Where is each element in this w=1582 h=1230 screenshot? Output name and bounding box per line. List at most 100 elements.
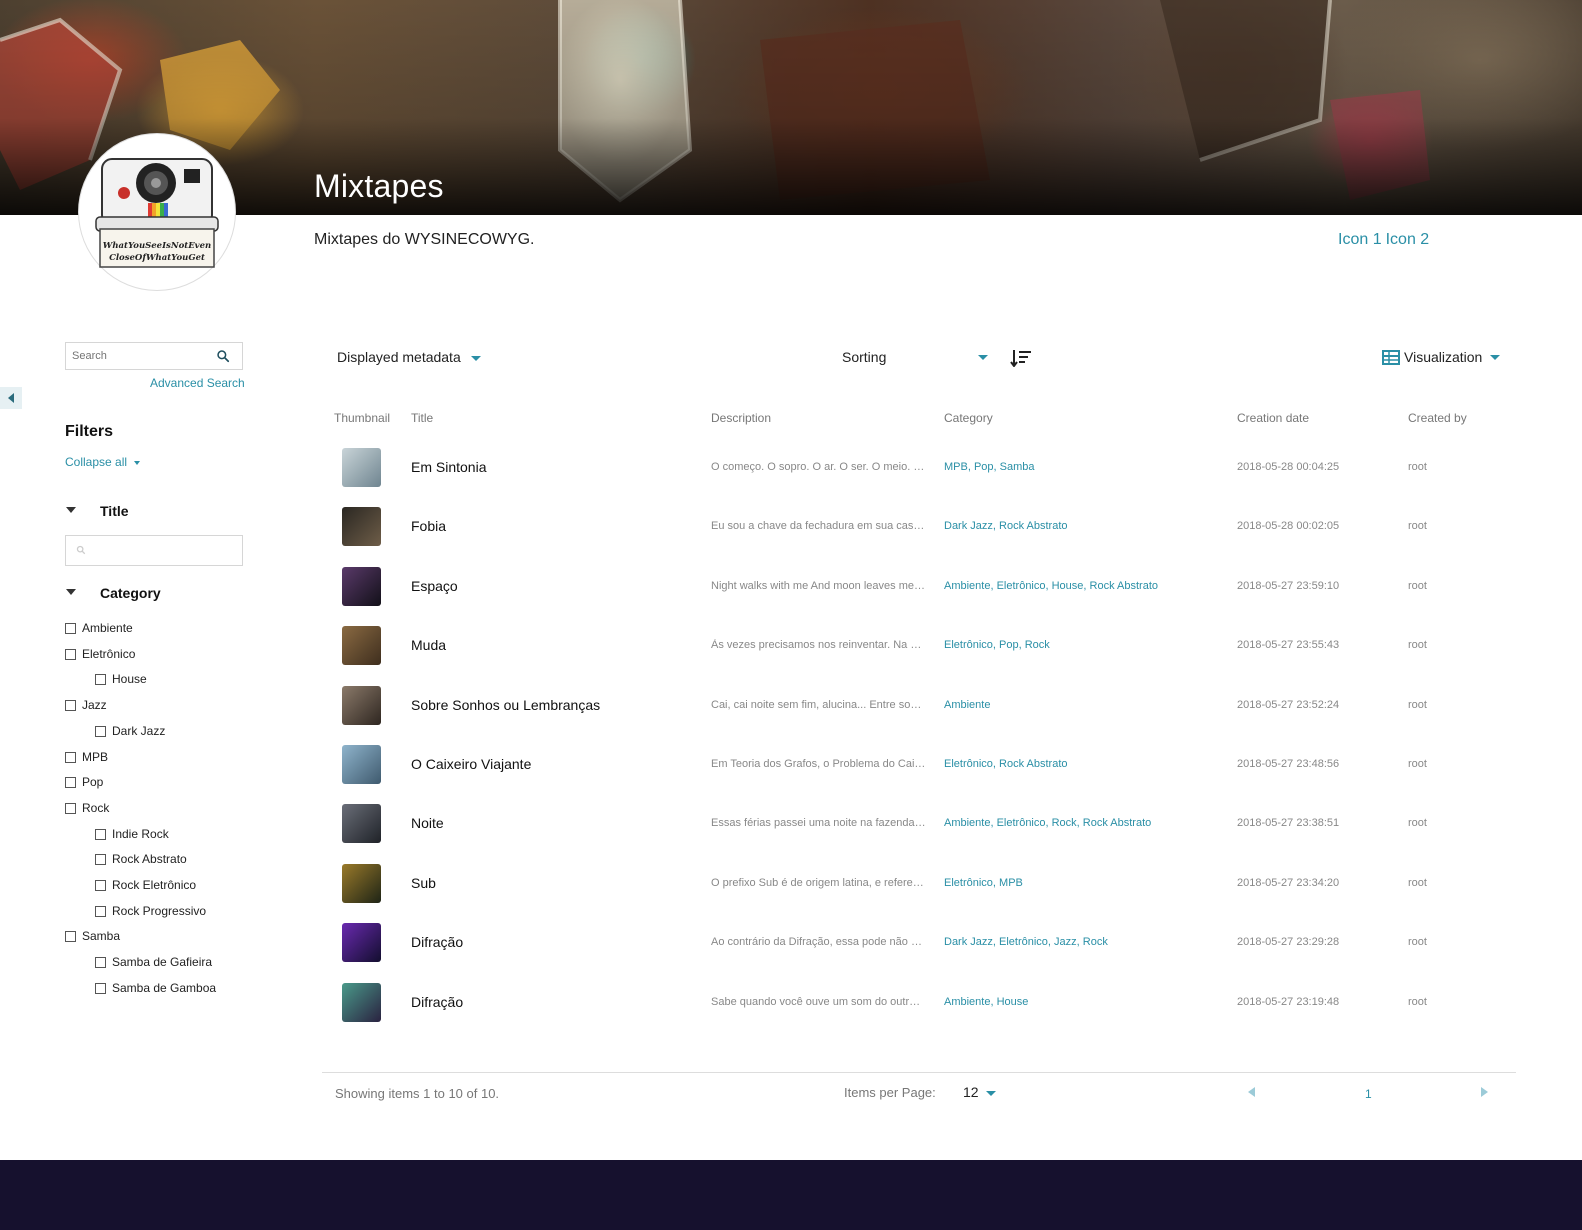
item-category[interactable]: Eletrônico, Pop, Rock xyxy=(944,639,1050,651)
item-category[interactable]: Ambiente xyxy=(944,699,990,711)
category-checkbox[interactable] xyxy=(65,802,76,814)
category-checkbox[interactable] xyxy=(65,930,76,942)
items-per-page-select[interactable]: 12 xyxy=(963,1084,997,1100)
category-filter-item[interactable]: Ambiente xyxy=(65,621,133,635)
category-filter-header[interactable]: Category xyxy=(66,585,161,601)
category-filter-item[interactable]: Jazz xyxy=(65,698,107,712)
item-creation-date: 2018-05-27 23:55:43 xyxy=(1237,639,1340,651)
category-filter-item[interactable]: Rock Abstrato xyxy=(95,852,187,866)
search-icon[interactable] xyxy=(216,349,230,363)
items-per-page-value: 12 xyxy=(963,1084,979,1100)
item-thumbnail[interactable] xyxy=(342,923,381,962)
category-filter-item[interactable]: Eletrônico xyxy=(65,647,135,661)
table-row[interactable]: Noite Essas férias passei uma noite na fa… xyxy=(330,794,1520,852)
category-filter-item[interactable]: Rock Eletrônico xyxy=(95,878,196,892)
item-title[interactable]: Em Sintonia xyxy=(411,459,486,475)
item-title[interactable]: Sobre Sonhos ou Lembranças xyxy=(411,697,600,713)
item-thumbnail[interactable] xyxy=(342,745,381,784)
category-checkbox[interactable] xyxy=(95,828,106,840)
category-checkbox[interactable] xyxy=(65,699,76,711)
table-row[interactable]: Sobre Sonhos ou Lembranças Cai, cai noite… xyxy=(330,676,1520,734)
table-row[interactable]: Sub O prefixo Sub é de origem latina, e r… xyxy=(330,854,1520,912)
category-checkbox[interactable] xyxy=(95,982,106,994)
column-header-created-by[interactable]: Created by xyxy=(1408,411,1467,425)
item-title[interactable]: Muda xyxy=(411,637,446,653)
item-title[interactable]: Espaço xyxy=(411,578,458,594)
collapse-all-button[interactable]: Collapse all xyxy=(65,455,141,469)
item-title[interactable]: Difração xyxy=(411,934,463,950)
category-checkbox[interactable] xyxy=(65,648,76,660)
item-thumbnail[interactable] xyxy=(342,686,381,725)
item-thumbnail[interactable] xyxy=(342,448,381,487)
table-row[interactable]: O Caixeiro Viajante Em Teoria dos Grafos,… xyxy=(330,735,1520,793)
item-category[interactable]: Dark Jazz, Eletrônico, Jazz, Rock xyxy=(944,936,1108,948)
sort-order-icon[interactable] xyxy=(1010,349,1032,367)
category-checkbox[interactable] xyxy=(65,776,76,788)
category-filter-item[interactable]: Indie Rock xyxy=(95,827,169,841)
item-title[interactable]: O Caixeiro Viajante xyxy=(411,756,531,772)
item-thumbnail[interactable] xyxy=(342,864,381,903)
column-header-description[interactable]: Description xyxy=(711,411,771,425)
previous-page-icon[interactable] xyxy=(1248,1087,1255,1097)
category-checkbox[interactable] xyxy=(95,673,106,685)
item-thumbnail[interactable] xyxy=(342,507,381,546)
item-category[interactable]: Dark Jazz, Rock Abstrato xyxy=(944,520,1068,532)
item-category[interactable]: Ambiente, House xyxy=(944,996,1028,1008)
category-checkbox[interactable] xyxy=(65,622,76,634)
title-filter-input[interactable] xyxy=(65,535,243,566)
category-filter-item[interactable]: Dark Jazz xyxy=(95,724,165,738)
category-filter-item[interactable]: House xyxy=(95,672,147,686)
search-input[interactable] xyxy=(66,343,206,369)
caret-down-icon[interactable] xyxy=(978,355,988,360)
category-checkbox[interactable] xyxy=(95,725,106,737)
sorting-dropdown[interactable]: Sorting xyxy=(842,349,886,365)
table-row[interactable]: Difração Sabe quando você ouve um som do … xyxy=(330,973,1520,1031)
sidebar-collapse-toggle[interactable] xyxy=(0,387,22,409)
visualization-dropdown[interactable]: Visualization xyxy=(1382,349,1501,365)
item-category[interactable]: Eletrônico, Rock Abstrato xyxy=(944,758,1068,770)
title-filter-header[interactable]: Title xyxy=(66,503,129,519)
header-link-icon-1[interactable]: Icon 1 xyxy=(1338,231,1382,248)
item-category[interactable]: Ambiente, Eletrônico, House, Rock Abstra… xyxy=(944,580,1158,592)
column-header-creation-date[interactable]: Creation date xyxy=(1237,411,1309,425)
title-filter-label: Title xyxy=(100,503,129,519)
category-filter-item[interactable]: Samba de Gamboa xyxy=(95,981,216,995)
category-checkbox[interactable] xyxy=(95,853,106,865)
item-thumbnail[interactable] xyxy=(342,567,381,606)
category-checkbox[interactable] xyxy=(95,956,106,968)
column-header-category[interactable]: Category xyxy=(944,411,993,425)
next-page-icon[interactable] xyxy=(1481,1087,1488,1097)
category-filter-item[interactable]: Samba xyxy=(65,929,120,943)
table-row[interactable]: Fobia Eu sou a chave da fechadura em sua … xyxy=(330,497,1520,555)
category-filter-item[interactable]: MPB xyxy=(65,750,108,764)
column-header-title[interactable]: Title xyxy=(411,411,433,425)
item-thumbnail[interactable] xyxy=(342,804,381,843)
item-category[interactable]: MPB, Pop, Samba xyxy=(944,461,1035,473)
table-row[interactable]: Muda Às vezes precisamos nos reinventar. … xyxy=(330,616,1520,674)
item-title[interactable]: Noite xyxy=(411,815,444,831)
item-title[interactable]: Fobia xyxy=(411,518,446,534)
category-checkbox[interactable] xyxy=(95,905,106,917)
table-row[interactable]: Em Sintonia O começo. O sopro. O ar. O se… xyxy=(330,438,1520,496)
item-category[interactable]: Ambiente, Eletrônico, Rock, Rock Abstrat… xyxy=(944,817,1151,829)
item-category[interactable]: Eletrônico, MPB xyxy=(944,877,1023,889)
items-per-page-label: Items per Page: xyxy=(844,1085,936,1100)
item-title[interactable]: Sub xyxy=(411,875,436,891)
category-filter-item[interactable]: Rock Progressivo xyxy=(95,904,206,918)
advanced-search-link[interactable]: Advanced Search xyxy=(150,376,245,390)
displayed-metadata-dropdown[interactable]: Displayed metadata xyxy=(337,349,481,365)
item-thumbnail[interactable] xyxy=(342,983,381,1022)
item-title[interactable]: Difração xyxy=(411,994,463,1010)
table-view-icon xyxy=(1382,349,1400,365)
category-filter-item[interactable]: Pop xyxy=(65,775,103,789)
table-row[interactable]: Difração Ao contrário da Difração, essa p… xyxy=(330,913,1520,971)
header-link-icon-2[interactable]: Icon 2 xyxy=(1386,231,1430,248)
category-checkbox[interactable] xyxy=(95,879,106,891)
column-header-thumbnail[interactable]: Thumbnail xyxy=(334,411,390,425)
page-number-current[interactable]: 1 xyxy=(1365,1087,1372,1101)
category-filter-item[interactable]: Rock xyxy=(65,801,109,815)
item-thumbnail[interactable] xyxy=(342,626,381,665)
table-row[interactable]: Espaço Night walks with me And moon leave… xyxy=(330,557,1520,615)
category-checkbox[interactable] xyxy=(65,751,76,763)
category-filter-item[interactable]: Samba de Gafieira xyxy=(95,955,212,969)
